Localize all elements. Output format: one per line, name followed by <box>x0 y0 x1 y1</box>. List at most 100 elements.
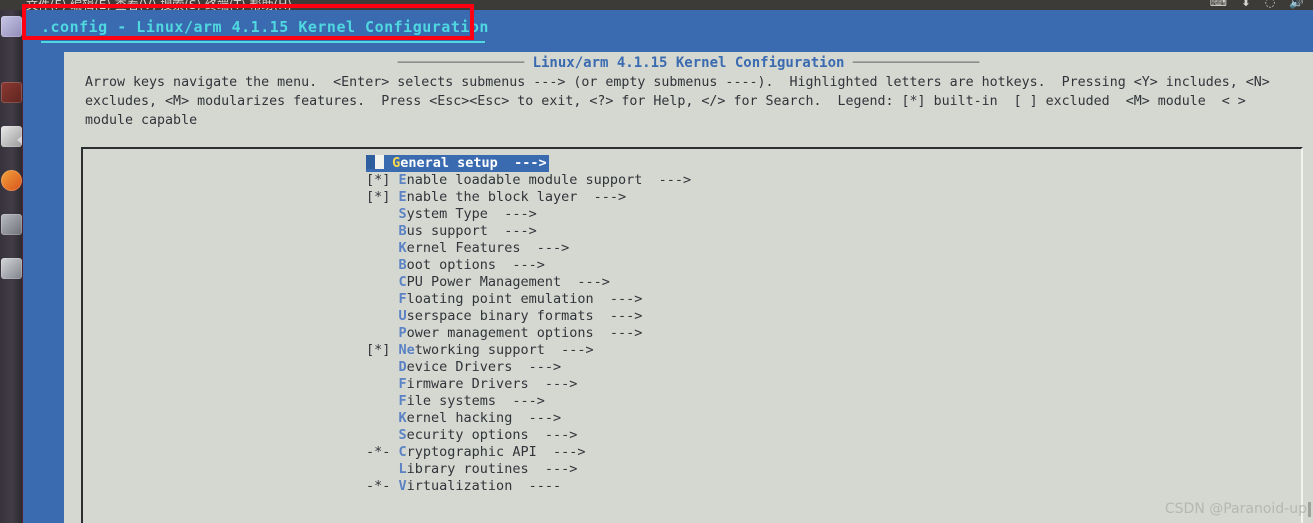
page-title: ─────────────── Linux/arm 4.1.15 Kernel … <box>64 55 1313 71</box>
menu-item[interactable]: CPU Power Management ---> <box>366 274 691 291</box>
menu-item-label: ecurity options <box>406 427 529 443</box>
menuconfig-panel: ─────────────── Linux/arm 4.1.15 Kernel … <box>64 52 1313 523</box>
menu-item-hotkey: B <box>398 257 407 273</box>
menu-item[interactable]: [*] Enable the block layer ---> <box>366 189 691 206</box>
menu-item[interactable]: Power management options ---> <box>366 325 691 342</box>
menu-item[interactable]: -*- Cryptographic API ---> <box>366 444 691 461</box>
menu-item-label: nable the block layer <box>406 189 578 205</box>
menu-item[interactable]: Kernel hacking ---> <box>366 410 691 427</box>
menu-item-submenu-arrow: ---> <box>536 444 586 460</box>
menu-item-label: us support <box>406 223 488 239</box>
menu-list[interactable]: General setup ---> [*] Enable loadable mo… <box>366 155 691 495</box>
menu-item-hotkey: F <box>398 291 407 307</box>
menu-item-hotkey: S <box>398 427 407 443</box>
menu-item-label: ower management options <box>406 325 594 341</box>
menu-item-label: oot options <box>406 257 497 273</box>
menu-item-mark <box>366 206 399 222</box>
menu-item-label: ryptographic API <box>406 444 537 460</box>
menu-item-submenu-arrow: ---> <box>544 342 594 358</box>
menu-item-label: tworking support <box>414 342 545 358</box>
launcher-active-arrow-icon <box>17 136 22 144</box>
menu-item[interactable]: [*] Networking support ---> <box>366 342 691 359</box>
unity-launcher[interactable] <box>0 10 23 523</box>
menu-item-label: ile systems <box>406 393 497 409</box>
menu-item-submenu-arrow: ---> <box>512 359 562 375</box>
menu-item[interactable]: Bus support ---> <box>366 223 691 240</box>
menu-item-submenu-arrow: ---> <box>528 376 578 392</box>
menu-item-mark <box>366 240 399 256</box>
menu-item-submenu-arrow: ---> <box>497 155 547 171</box>
menu-item-hotkey: B <box>398 223 407 239</box>
menuconfig-title-bar: .config - Linux/arm 4.1.15 Kernel Config… <box>41 14 1295 40</box>
menu-item-hotkey: E <box>398 189 407 205</box>
menu-item-label: irtualization <box>406 478 513 494</box>
menu-item-hotkey: S <box>398 206 407 222</box>
menu-item-hotkey: K <box>398 410 407 426</box>
menu-item-submenu-arrow: ---> <box>496 393 545 409</box>
menu-item-mark: [*] <box>366 342 399 358</box>
menu-item-mark <box>366 427 399 443</box>
menu-item[interactable]: Device Drivers ---> <box>366 359 691 376</box>
menu-item-hotkey: K <box>398 240 407 256</box>
terminal-menubar[interactable]: 文件(F) 编辑(E) 查看(V) 搜索(S) 终端(T) 帮助(H) <box>26 0 292 10</box>
menu-item-mark <box>384 155 392 171</box>
menu-item-label: ernel Features <box>406 240 521 256</box>
menu-item-submenu-arrow: ---> <box>496 257 545 273</box>
menu-item-hotkey: F <box>398 376 407 392</box>
selection-lead-block <box>366 155 375 169</box>
menu-item-mark: -*- <box>366 444 399 460</box>
ubuntu-dash-icon[interactable] <box>1 16 22 37</box>
menu-item[interactable]: Security options ---> <box>366 427 691 444</box>
desktop-top-panel: 文件(F) 编辑(E) 查看(V) 搜索(S) 终端(T) 帮助(H) ⌨ ⬇ … <box>0 0 1313 10</box>
menu-item-mark <box>366 223 399 239</box>
menu-item-mark <box>366 359 399 375</box>
menu-item-submenu-arrow: ---> <box>512 410 562 426</box>
menu-item[interactable]: Boot options ---> <box>366 257 691 274</box>
menu-item-mark <box>366 325 399 341</box>
menu-item-hotkey: C <box>398 274 407 290</box>
menu-item-submenu-arrow: ---> <box>487 223 537 239</box>
menu-item[interactable]: Floating point emulation ---> <box>366 291 691 308</box>
title-dash-left: ─────────────── <box>397 55 525 71</box>
menu-item-hotkey: P <box>398 325 407 341</box>
menu-item-mark <box>366 257 399 273</box>
window-title: .config - Linux/arm 4.1.15 Kernel Config… <box>41 18 489 36</box>
menu-item-label: nable loadable module support <box>406 172 643 188</box>
menu-item[interactable]: Userspace binary formats ---> <box>366 308 691 325</box>
system-settings-icon[interactable] <box>1 258 22 279</box>
menu-item-submenu-arrow: ---> <box>577 189 627 205</box>
files-manager-icon[interactable] <box>1 82 22 103</box>
menu-item-label: PU Power Management <box>406 274 562 290</box>
menu-item-label: evice Drivers <box>406 359 513 375</box>
menu-item-label: ernel hacking <box>406 410 513 426</box>
menu-item-mark <box>366 291 399 307</box>
menu-item-label: irmware Drivers <box>406 376 529 392</box>
watermark-bar <box>1308 502 1311 517</box>
menu-item-mark <box>366 393 399 409</box>
menu-item-hotkey: D <box>398 359 407 375</box>
menu-listbox[interactable]: General setup ---> [*] Enable loadable mo… <box>81 147 1303 523</box>
menu-item-label: loating point emulation <box>406 291 594 307</box>
menu-item[interactable]: General setup ---> <box>366 155 549 172</box>
menu-item[interactable]: Library routines ---> <box>366 461 691 478</box>
software-center-icon[interactable] <box>1 214 22 235</box>
menu-item[interactable]: [*] Enable loadable module support ---> <box>366 172 691 189</box>
menu-item-label: serspace binary formats <box>406 308 594 324</box>
menu-item-mark <box>366 376 399 392</box>
system-tray-icons[interactable]: ⌨ ⬇ ◌ 🔊 <box>1210 0 1309 9</box>
menu-item[interactable]: File systems ---> <box>366 393 691 410</box>
cursor-block <box>375 155 384 169</box>
menu-item-mark: [*] <box>366 172 399 188</box>
menu-item[interactable]: Kernel Features ---> <box>366 240 691 257</box>
firefox-icon[interactable] <box>1 170 22 191</box>
menu-item-hotkey: V <box>398 478 407 494</box>
title-dash-right: ─────────────── <box>852 55 980 71</box>
menu-item[interactable]: System Type ---> <box>366 206 691 223</box>
title-label: Linux/arm 4.1.15 Kernel Configuration <box>532 55 845 71</box>
menu-item-hotkey: C <box>398 444 407 460</box>
menu-item-hotkey: F <box>398 393 407 409</box>
menu-item[interactable]: Firmware Drivers ---> <box>366 376 691 393</box>
menu-item[interactable]: -*- Virtualization ---- <box>366 478 691 495</box>
menu-item-label: ibrary routines <box>406 461 529 477</box>
menu-item-label: ystem Type <box>406 206 488 222</box>
